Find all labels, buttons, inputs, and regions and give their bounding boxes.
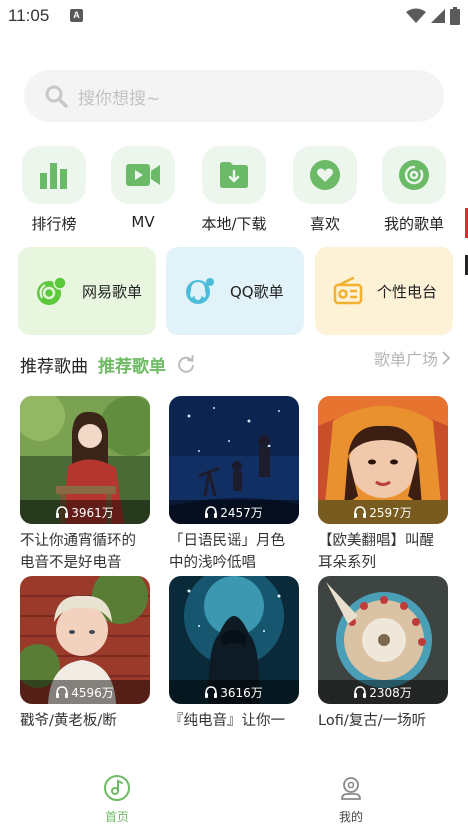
qq-penguin-icon [186, 278, 214, 304]
playlist-card[interactable]: 4596万 戳爷/黄老板/断 [20, 576, 150, 754]
playlist-disc-icon [399, 160, 429, 190]
playlist-card[interactable]: 2457万 「日语民谣」月色中的浅吟低唱 [169, 396, 299, 574]
source-label: 个性电台 [377, 282, 438, 301]
search-input[interactable]: 搜你想搜~ [78, 84, 160, 109]
section-header: 推荐歌曲 推荐歌单 歌单广场 [20, 350, 452, 378]
source-card-netease[interactable]: 网易歌单 [18, 247, 156, 335]
source-label: 网易歌单 [82, 282, 143, 301]
tab-mine-label: 我的 [338, 810, 363, 824]
playlist-title: 【欧美翻唱】叫醒耳朵系列 [318, 533, 434, 571]
quick-item-my-playlists[interactable]: 我的歌单 [369, 146, 459, 234]
source-card-qq[interactable]: QQ歌单 [166, 247, 304, 335]
user-profile-icon [341, 777, 361, 800]
tab-home-label: 首页 [104, 810, 129, 824]
play-count-value: 2457万 [220, 505, 263, 520]
playlist-cover: 2308万 [318, 576, 448, 704]
play-count-value: 4596万 [71, 685, 114, 700]
playlist-cover: 2597万 [318, 396, 448, 524]
tab-mine[interactable]: 我的 [311, 774, 391, 825]
quick-label: 排行榜 [31, 215, 77, 233]
radio-icon [333, 277, 363, 305]
refresh-button[interactable] [176, 354, 196, 374]
status-indicators [406, 7, 460, 25]
headphones-icon [354, 506, 367, 518]
play-count: 3616万 [169, 680, 299, 704]
playlist-title: 不让你通宵循环的电音不是好电音 [20, 533, 136, 571]
play-count: 2457万 [169, 500, 299, 524]
playlist-card[interactable]: 3616万 『纯电音』让你一 [169, 576, 299, 754]
tab-recommended-songs[interactable]: 推荐歌曲 [20, 352, 88, 377]
more-label: 歌单广场 [373, 350, 438, 369]
chart-bars-icon [40, 163, 67, 189]
status-bar: 11:05 A [0, 0, 468, 36]
quick-item-local[interactable]: 本地/下载 [189, 146, 279, 234]
quick-label: 喜欢 [309, 215, 340, 233]
quick-label: 我的歌单 [383, 215, 444, 233]
folder-download-icon [220, 162, 248, 188]
headphones-icon [205, 506, 218, 518]
headphones-icon [56, 686, 69, 698]
quick-actions: 排行榜 MV 本地/下载 喜欢 我的歌单 [0, 146, 468, 236]
heart-icon [310, 160, 340, 190]
chevron-right-icon [442, 351, 450, 365]
play-count-value: 3961万 [71, 505, 114, 520]
battery-icon [450, 7, 460, 25]
quick-item-liked[interactable]: 喜欢 [280, 146, 370, 234]
playlist-sources: 网易歌单 QQ歌单 个性电台 [0, 247, 468, 337]
play-count: 2597万 [318, 500, 448, 524]
playlist-cover: 4596万 [20, 576, 150, 704]
playlist-card[interactable]: 2308万 Lofi/复古/一场听 [318, 576, 448, 754]
playlist-cover: 3961万 [20, 396, 150, 524]
source-label: QQ歌单 [230, 282, 284, 301]
quick-label: 本地/下载 [201, 215, 267, 233]
playlist-title: 『纯电音』让你一 [169, 713, 285, 729]
play-count-value: 2597万 [369, 505, 412, 520]
play-count: 3961万 [20, 500, 150, 524]
headphones-icon [56, 506, 69, 518]
playlist-square-link[interactable]: 歌单广场 [374, 346, 450, 370]
quick-label: MV [131, 213, 155, 231]
source-card-radio[interactable]: 个性电台 [315, 247, 453, 335]
playlist-title: 戳爷/黄老板/断 [20, 713, 117, 729]
headphones-icon [205, 686, 218, 698]
music-disc-icon [104, 775, 130, 801]
playlist-cover: 2457万 [169, 396, 299, 524]
quick-item-charts[interactable]: 排行榜 [9, 146, 99, 234]
wifi-icon [406, 8, 426, 23]
play-count: 4596万 [20, 680, 150, 704]
tab-recommended-playlists[interactable]: 推荐歌单 [98, 352, 166, 377]
headphones-icon [354, 686, 367, 698]
video-camera-icon [126, 164, 160, 186]
notification-icon: A [70, 9, 83, 22]
netease-logo-icon [37, 276, 67, 305]
tab-home[interactable]: 首页 [77, 774, 157, 825]
playlist-title: 「日语民谣」月色中的浅吟低唱 [169, 533, 285, 571]
bottom-tab-bar: 首页 我的 [0, 768, 468, 832]
refresh-icon [178, 355, 194, 373]
play-count-value: 3616万 [220, 685, 263, 700]
playlist-card[interactable]: 2597万 【欧美翻唱】叫醒耳朵系列 [318, 396, 448, 574]
playlist-cover: 3616万 [169, 576, 299, 704]
quick-item-mv[interactable]: MV [98, 146, 188, 231]
play-count-value: 2308万 [369, 685, 412, 700]
search-icon [45, 85, 68, 108]
playlist-card[interactable]: 3961万 不让你通宵循环的电音不是好电音 [20, 396, 150, 574]
search-bar[interactable]: 搜你想搜~ [24, 70, 444, 122]
signal-icon [431, 9, 445, 23]
playlist-title: Lofi/复古/一场听 [318, 713, 427, 729]
status-time: 11:05 [8, 6, 50, 25]
play-count: 2308万 [318, 680, 448, 704]
